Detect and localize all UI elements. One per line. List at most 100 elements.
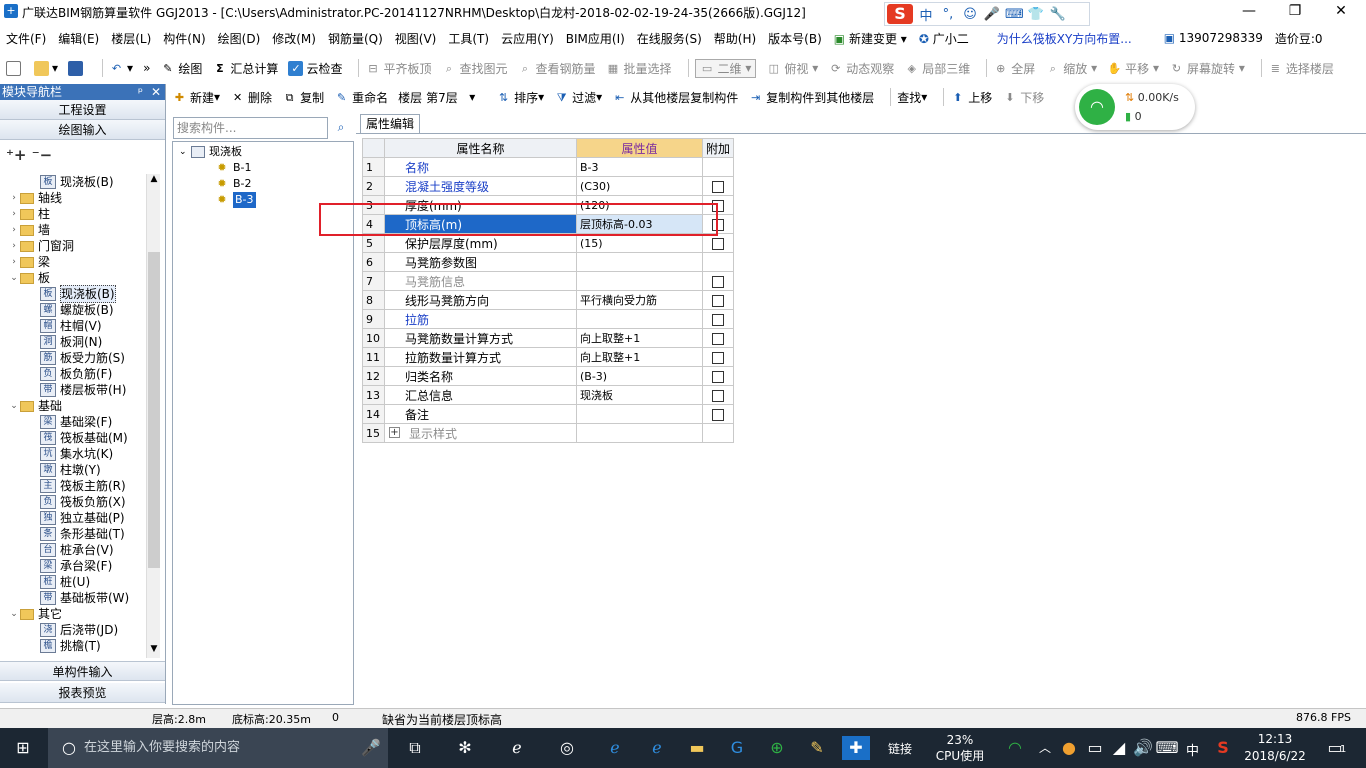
expand-icon[interactable]: › [8,222,20,238]
overlook-button[interactable]: ◫ 俯视 ▾ [766,60,819,77]
tree-item[interactable]: 独独立基础(P) [4,510,162,526]
property-add-cell[interactable] [701,271,735,291]
filter-button[interactable]: ⧩ 过滤 ▾ [554,89,602,106]
lang-indicator[interactable]: 中 [1186,740,1199,759]
ime-keyboard-icon[interactable]: ⌨ [1005,7,1024,22]
ie-icon[interactable]: ℯ [644,736,670,760]
property-row[interactable]: 6 马凳筋参数图 [362,252,735,272]
task-view-icon[interactable]: ⧉ [402,736,428,760]
undo-button[interactable]: ↶ ▾ [109,61,133,76]
tree-item[interactable]: 洞板洞(N) [4,334,162,350]
network-speed-widget[interactable]: ◠ ⇅ 0.00K/s ▮ 0 [1075,84,1195,130]
property-name-cell[interactable]: + 显示样式 [384,423,577,443]
ime-tools-icon[interactable]: 🔧 [1049,7,1067,22]
tree-item[interactable]: 桩桩(U) [4,574,162,590]
property-value-cell[interactable]: 现浇板 [576,385,703,405]
menu-online[interactable]: 在线服务(S) [637,30,702,47]
taskbar-search-input[interactable]: 在这里输入你要搜索的内容 [48,728,388,768]
property-value-cell[interactable]: (15) [576,233,703,253]
property-value-cell[interactable]: 平行横向受力筋 [576,290,703,310]
tree-item[interactable]: 带基础板带(W) [4,590,162,606]
property-value-cell[interactable]: 向上取整+1 [576,347,703,367]
menu-floor[interactable]: 楼层(L) [111,30,151,47]
copy-to-floor-button[interactable]: ⇥ 复制构件到其他楼层 [748,89,874,106]
search-icon[interactable]: ⌕ [330,117,352,139]
battery-tray-icon[interactable]: ▭ [1082,736,1108,760]
property-name-cell[interactable]: 马凳筋数量计算方式 [384,328,577,348]
menu-cloud[interactable]: 云应用(Y) [501,30,554,47]
dynamic-view-button[interactable]: ⟳ 动态观察 [828,60,894,77]
property-add-cell[interactable] [701,366,735,386]
ime-toolbar[interactable]: S 中 °, ☺ 🎤 ⌨ 👕 🔧 [884,2,1090,26]
tree-item[interactable]: › 墙 [4,222,162,238]
price-bean[interactable]: 造价豆:0 [1275,30,1323,47]
summary-button[interactable]: Σ 汇总计算 [212,60,278,77]
property-row[interactable]: 13 汇总信息 现浇板 [362,385,735,405]
close-button[interactable]: ✕ [1318,0,1364,24]
tray-app-icon[interactable]: ● [1056,736,1082,760]
tree-item[interactable]: › 轴线 [4,190,162,206]
eng-settings-button[interactable]: 工程设置 [0,100,165,120]
expand-plus-icon[interactable]: + [389,427,400,438]
sogou-tray-icon[interactable]: S [1210,736,1236,760]
property-name-cell[interactable]: 名称 [384,157,577,177]
cortana-icon[interactable]: ○ [56,736,82,760]
menu-tools[interactable]: 工具(T) [448,30,489,47]
restore-button[interactable]: ❐ [1272,0,1318,24]
file-explorer-icon[interactable]: ▬ [684,736,710,760]
tree-item[interactable]: ⌄ 基础 [4,398,162,414]
component-item[interactable]: ✹ B-2 [173,176,353,192]
tree-item[interactable]: 条条形基础(T) [4,526,162,542]
cpu-usage[interactable]: 23% CPU使用 [934,732,986,764]
tree-item[interactable]: 螺螺旋板(B) [4,302,162,318]
fan-app-icon[interactable]: ✻ [452,736,478,760]
new-component-button[interactable]: ✚ 新建 ▾ [172,89,220,106]
property-value-cell[interactable] [576,309,703,329]
property-add-cell[interactable] [701,290,735,310]
collapse-icon[interactable]: ⌄ [8,398,20,414]
property-row[interactable]: 15 + 显示样式 [362,423,735,443]
property-add-cell[interactable] [701,385,735,405]
floor-select[interactable]: 第7层 ▾ [426,89,486,106]
guangxiaoer-button[interactable]: ✪ 广小二 [919,30,969,47]
tree-item[interactable]: › 柱 [4,206,162,222]
property-add-cell[interactable] [701,176,735,196]
menu-bim[interactable]: BIM应用(I) [566,30,625,47]
property-row[interactable]: 12 归类名称 (B-3) [362,366,735,386]
component-search-input[interactable]: 搜索构件... [173,117,328,139]
property-name-cell[interactable]: 备注 [384,404,577,424]
scroll-down-icon[interactable]: ▼ [148,644,160,658]
expand-icon[interactable]: › [8,190,20,206]
tree-item[interactable]: 梁承台梁(F) [4,558,162,574]
scroll-up-icon[interactable]: ▲ [148,174,160,188]
menu-view[interactable]: 视图(V) [395,30,437,47]
report-preview-button[interactable]: 报表预览 [0,683,165,703]
find-button[interactable]: 查找 ▾ [897,89,927,106]
rename-button[interactable]: ✎ 重命名 [334,89,388,106]
property-row[interactable]: 8 线形马凳筋方向 平行横向受力筋 [362,290,735,310]
flat-top-button[interactable]: ⊟ 平齐板顶 [365,60,431,77]
menu-component[interactable]: 构件(N) [163,30,205,47]
tab-property-edit[interactable]: 属性编辑 [360,114,420,134]
select-floor-button[interactable]: ≣ 选择楼层 [1268,60,1334,77]
tray-expand-icon[interactable]: ︿ [1032,736,1058,760]
windows-start-icon[interactable]: ⊞ [10,736,36,760]
wifi-tray-icon[interactable]: ◠ [1002,736,1028,760]
microphone-icon[interactable]: 🎤 [358,736,384,760]
tree-scrollbar[interactable]: ▲ ▼ [146,174,160,658]
ime-voice-icon[interactable]: 🎤 [983,7,1001,22]
swirl-app-icon[interactable]: ◎ [554,736,580,760]
tree-item[interactable]: 主筏板主筋(R) [4,478,162,494]
tree-item[interactable]: 筏筏板基础(M) [4,430,162,446]
tree-item[interactable]: › 门窗洞 [4,238,162,254]
pan-button[interactable]: ✋ 平移 ▾ [1107,60,1159,77]
volume-icon[interactable]: 🔊 [1130,736,1156,760]
menu-modify[interactable]: 修改(M) [272,30,316,47]
menu-draw[interactable]: 绘图(D) [218,30,261,47]
tree-item[interactable]: › 梁 [4,254,162,270]
property-name-cell[interactable]: 线形马凳筋方向 [384,290,577,310]
move-up-button[interactable]: ⬆ 上移 [950,89,992,106]
expand-icon[interactable]: › [8,206,20,222]
menu-version[interactable]: 版本号(B) [768,30,822,47]
tree-item[interactable]: ⌄ 板 [4,270,162,286]
